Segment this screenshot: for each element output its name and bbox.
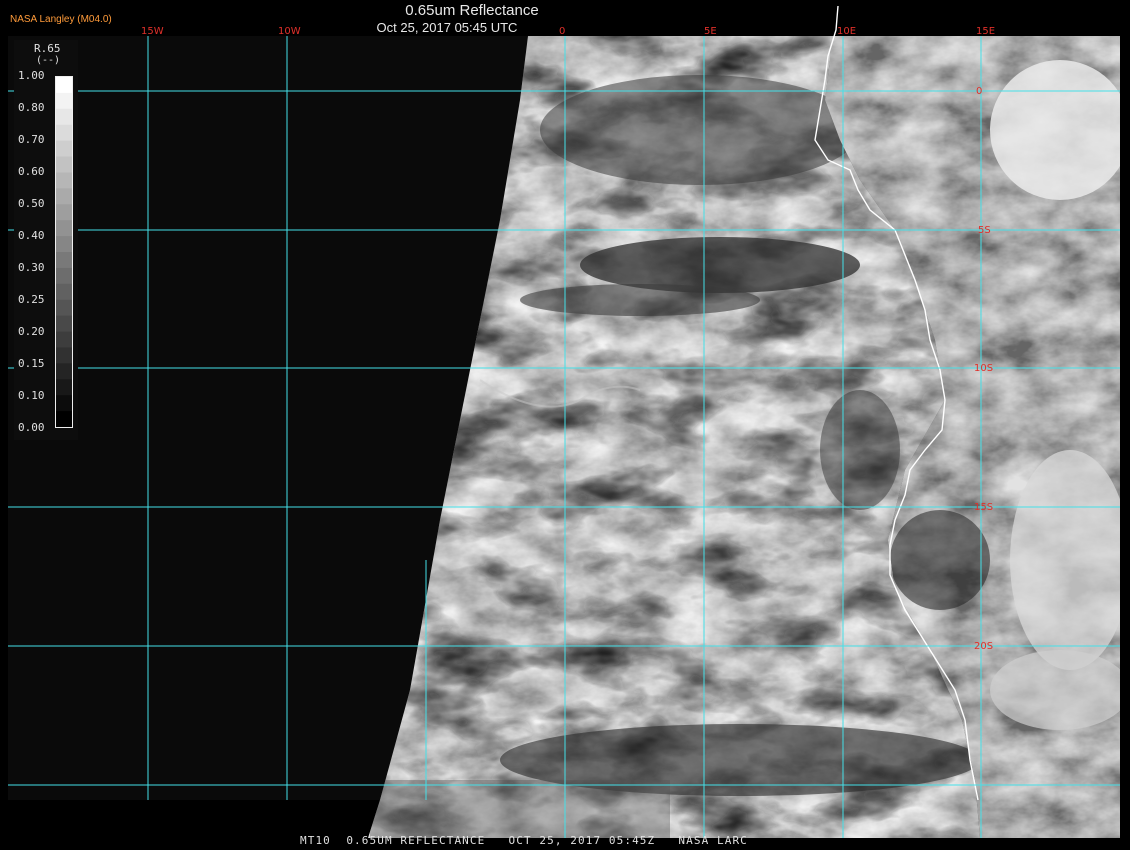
lon-label-10w: 10W	[278, 26, 301, 37]
lon-label-15w: 15W	[141, 26, 164, 37]
legend-unit: (--)	[36, 55, 61, 66]
legend-color-step	[56, 124, 72, 142]
legend-tick-label: 0.30	[18, 261, 45, 274]
legend-color-step	[56, 411, 72, 428]
footer-caption: MT10 0.65UM REFLECTANCE OCT 25, 2017 05:…	[300, 834, 748, 847]
image-timestamp: Oct 25, 2017 05:45 UTC	[376, 20, 518, 35]
lon-label-0: 0	[559, 26, 565, 37]
legend-color-step	[56, 220, 72, 237]
legend-color-step	[56, 347, 72, 364]
legend-color-step	[56, 331, 72, 348]
legend-title: R.65	[34, 42, 61, 55]
legend-tick-label: 0.70	[18, 133, 45, 146]
legend-color-step	[56, 204, 72, 221]
legend-tick-label: 0.15	[18, 357, 45, 370]
legend-tick-label: 0.80	[18, 101, 45, 114]
legend-tick-label: 0.25	[18, 293, 45, 306]
legend-color-step	[56, 172, 72, 189]
legend-color-step	[56, 92, 72, 110]
legend-color-step	[56, 77, 72, 94]
legend-tick-label: 0.20	[18, 325, 45, 338]
image-title: 0.65um Reflectance	[405, 2, 539, 19]
legend-color-step	[56, 363, 72, 380]
legend-color-step	[56, 140, 72, 158]
legend-tick-label: 0.60	[18, 165, 45, 178]
legend-color-step	[56, 267, 72, 285]
lat-label-5s: 5S	[978, 225, 991, 236]
legend-gradient	[56, 77, 72, 428]
lat-label-10s: 10S	[974, 363, 993, 374]
lat-label-20s: 20S	[974, 641, 993, 652]
legend-color-step	[56, 188, 72, 205]
color-legend: R.65 (--) 1.00 0.80 0.70 0.60 0.50 0.40 0.30 0.…	[14, 40, 78, 440]
legend-tick-label: 0.50	[18, 197, 45, 210]
legend-tick-label: 0.10	[18, 389, 45, 402]
legend-color-step	[56, 315, 72, 333]
legend-color-step	[56, 156, 72, 173]
legend-color-step	[56, 108, 72, 126]
legend-color-step	[56, 252, 72, 269]
legend-color-step	[56, 395, 72, 412]
lon-label-15e: 15E	[976, 26, 995, 37]
legend-color-bar	[55, 76, 73, 428]
lat-label-15s: 15S	[974, 502, 993, 513]
satellite-map: 15W 10W 0 5E 10E 15E 0 5S 10S 15S 20S	[0, 0, 1130, 850]
legend-color-step	[56, 283, 72, 301]
legend-color-step	[56, 299, 72, 317]
legend-color-step	[56, 379, 72, 396]
lat-label-0: 0	[976, 86, 982, 97]
credit-label: NASA Langley (M04.0)	[10, 14, 112, 25]
lon-label-5e: 5E	[704, 26, 717, 37]
legend-color-step	[56, 236, 72, 253]
legend-tick-label: 0.00	[18, 421, 45, 434]
lon-label-10e: 10E	[837, 26, 856, 37]
legend-tick-label: 1.00	[18, 69, 45, 82]
legend-tick-label: 0.40	[18, 229, 45, 242]
